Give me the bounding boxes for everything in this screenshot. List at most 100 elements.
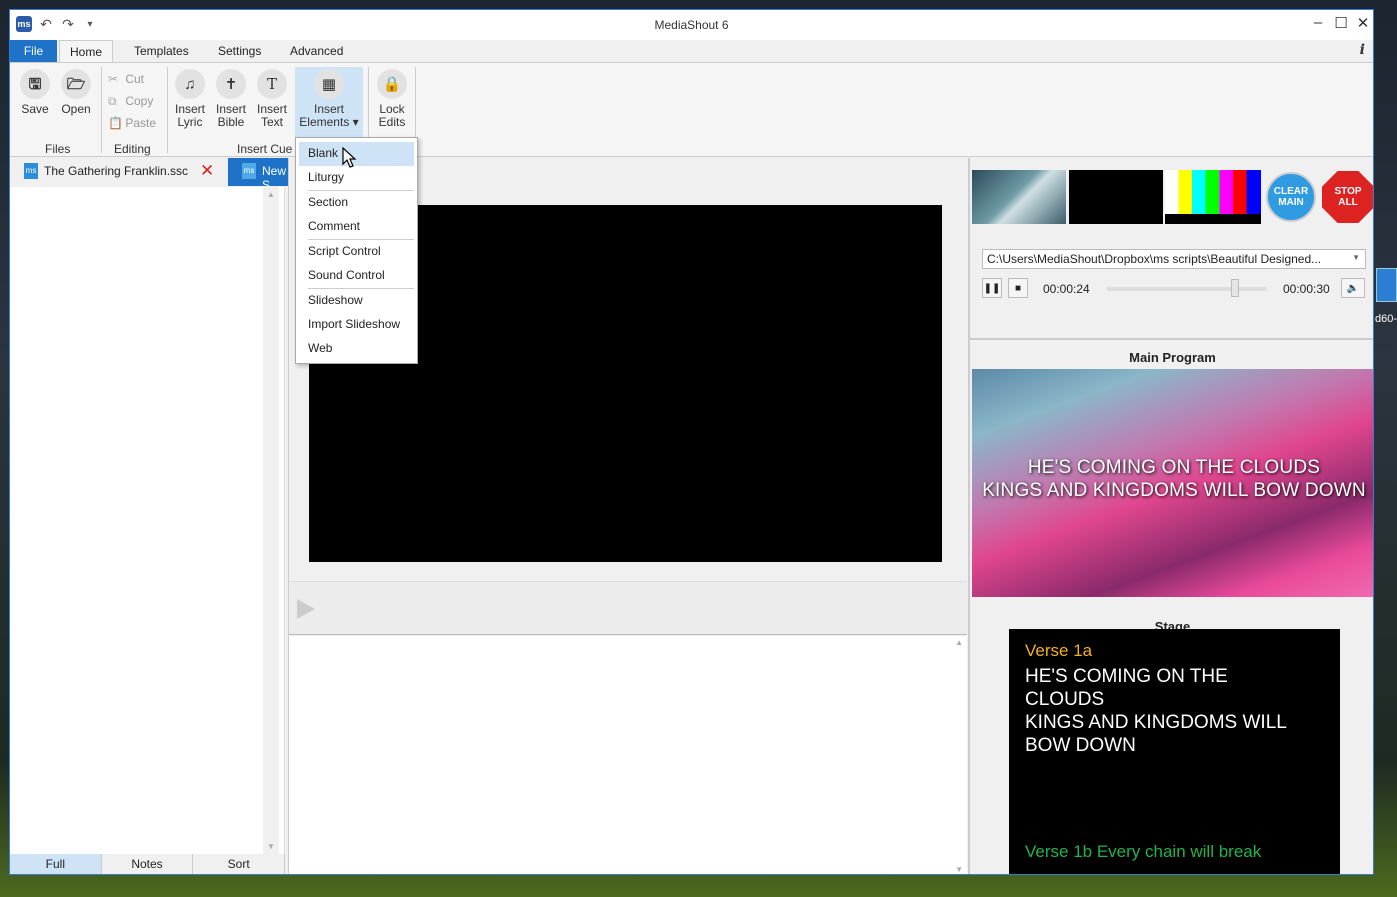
doc-tab-gathering[interactable]: ms The Gathering Franklin.ssc ✕ (10, 158, 225, 186)
save-icon: 🖫 (20, 69, 50, 99)
doc-tab-new[interactable]: ms New S (228, 158, 295, 186)
lock-icon: 🔒 (377, 69, 407, 99)
stage-lyric-line-4: BOW DOWN (1025, 735, 1136, 756)
desktop-icon[interactable] (1376, 268, 1397, 302)
insert-lyric-button[interactable]: ♫ Insert Lyric (170, 69, 210, 129)
tab-notes[interactable]: Notes (101, 854, 194, 874)
save-label: Save (21, 102, 49, 116)
tab-file[interactable]: File (10, 40, 57, 62)
info-icon[interactable]: i (1360, 42, 1365, 58)
stop-button[interactable]: ■ (1008, 278, 1028, 298)
close-icon[interactable]: ✕ (1353, 14, 1373, 32)
stage-output[interactable]: Verse 1a HE'S COMING ON THE CLOUDS KINGS… (1009, 629, 1340, 874)
tab-home[interactable]: Home (59, 40, 114, 62)
doc-tab-label: The Gathering Franklin.ssc (44, 164, 189, 178)
clear-main-label-1: CLEAR (1273, 186, 1309, 197)
scroll-up-icon[interactable]: ▲ (263, 190, 279, 199)
tab-full[interactable]: Full (10, 854, 102, 874)
window-title: MediaShout 6 (654, 18, 729, 32)
lock-edits-label-2: Edits (378, 115, 406, 129)
color-bars-thumbnail[interactable] (1165, 170, 1261, 224)
stage-verse-label: Verse 1a (1025, 641, 1093, 660)
elapsed-time: 00:00:24 (1043, 282, 1090, 296)
menu-item-section[interactable]: Section (296, 191, 417, 215)
copy-label: Copy (125, 94, 154, 108)
volume-button[interactable]: 🔈 (1341, 278, 1365, 298)
menu-item-import-slideshow[interactable]: Import Slideshow (296, 313, 417, 337)
divider (970, 338, 1373, 340)
cut-button[interactable]: ✂ Cut (108, 72, 144, 86)
insert-bible-button[interactable]: ✝ Insert Bible (211, 69, 251, 129)
lock-edits-button[interactable]: 🔒 Lock Edits (372, 69, 412, 129)
scroll-up-icon[interactable]: ▲ (955, 638, 963, 647)
view-tabs: Full Notes Sort (10, 854, 286, 874)
speaker-icon: 🔈 (1346, 282, 1360, 294)
pause-button[interactable]: ❚❚ (982, 278, 1002, 298)
scroll-down-icon[interactable]: ▼ (955, 865, 963, 874)
text-t-icon: T (257, 69, 287, 99)
menu-item-sound-control[interactable]: Sound Control (296, 264, 417, 288)
paste-button[interactable]: 📋 Paste (108, 116, 156, 130)
copy-button[interactable]: ⧉ Copy (108, 94, 153, 109)
group-divider (167, 67, 168, 153)
stop-all-button[interactable]: STOP ALL (1322, 171, 1373, 223)
preview-playbar (289, 581, 967, 635)
paste-icon: 📋 (108, 116, 123, 130)
media-path-value: C:\Users\MediaShout\Dropbox\ms scripts\B… (987, 252, 1322, 266)
menu-item-comment[interactable]: Comment (296, 215, 417, 239)
group-divider (101, 67, 102, 153)
clear-main-button[interactable]: CLEAR MAIN (1266, 172, 1316, 222)
main-lyric-line-1: HE'S COMING ON THE CLOUDS (1027, 457, 1321, 478)
tab-settings[interactable]: Settings (208, 40, 271, 62)
grid-icon: ▦ (314, 69, 344, 99)
scissors-icon: ✂ (108, 72, 119, 86)
group-label-editing: Editing (114, 142, 151, 156)
ribbon-tabs: File Home Templates Settings Advanced (10, 40, 1373, 62)
stop-icon: ■ (1014, 282, 1022, 294)
tab-advanced[interactable]: Advanced (280, 40, 353, 62)
stage-lyric-line-3: KINGS AND KINGDOMS WILL (1025, 712, 1287, 733)
play-icon[interactable] (297, 599, 315, 619)
desktop-icon-label: d60- (1375, 313, 1397, 325)
stage-lyric-line-2: CLOUDS (1025, 689, 1105, 710)
tab-sort[interactable]: Sort (193, 854, 286, 874)
stop-all-label-2: ALL (1338, 197, 1358, 208)
tab-templates[interactable]: Templates (124, 40, 199, 62)
menu-item-liturgy[interactable]: Liturgy (296, 166, 417, 190)
script-file-icon: ms (24, 163, 38, 179)
script-file-icon: ms (242, 163, 256, 179)
duration-time: 00:00:30 (1283, 282, 1330, 296)
insert-elements-button[interactable]: ▦ Insert Elements ▾ (295, 67, 363, 137)
media-file-select[interactable]: C:\Users\MediaShout\Dropbox\ms scripts\B… (982, 249, 1366, 269)
paste-label: Paste (125, 116, 157, 130)
cue-list-scrollbar[interactable]: ▲ ▼ (263, 187, 279, 854)
ribbon: 🖫 Save 🗁 Open ✂ Cut ⧉ Copy 📋 Paste ♫ Ins… (10, 62, 1373, 157)
main-program-title: Main Program (1129, 350, 1216, 365)
insert-text-label-2: Text (260, 115, 283, 129)
minimize-icon[interactable]: – (1308, 14, 1328, 31)
folder-open-icon: 🗁 (61, 69, 91, 99)
menu-item-script-control[interactable]: Script Control (296, 240, 417, 264)
mouse-pointer-icon (342, 147, 357, 168)
menu-item-web[interactable]: Web (296, 337, 417, 361)
background-thumbnail[interactable] (972, 170, 1066, 224)
cut-label: Cut (125, 72, 145, 86)
save-button[interactable]: 🖫 Save (15, 69, 55, 116)
cross-icon: ✝ (216, 69, 246, 99)
cue-list-panel[interactable]: ▲ ▼ (10, 187, 285, 854)
close-tab-icon[interactable]: ✕ (200, 161, 214, 181)
pause-icon: ❚❚ (983, 282, 1001, 294)
clear-main-label-2: MAIN (1278, 197, 1304, 208)
notes-area[interactable]: ▲ ▼ (289, 636, 967, 874)
open-button[interactable]: 🗁 Open (56, 69, 96, 116)
black-screen-thumbnail[interactable] (1069, 170, 1163, 224)
menu-item-slideshow[interactable]: Slideshow (296, 289, 417, 313)
media-progress-track[interactable] (1107, 287, 1267, 291)
media-progress-handle[interactable] (1231, 279, 1239, 297)
scroll-down-icon[interactable]: ▼ (263, 842, 279, 851)
copy-icon: ⧉ (108, 94, 117, 108)
main-program-output[interactable]: HE'S COMING ON THE CLOUDS KINGS AND KING… (972, 369, 1373, 597)
doc-tab-label: New S (262, 164, 287, 186)
insert-text-button[interactable]: T Insert Text (252, 69, 292, 129)
maximize-icon[interactable]: ☐ (1331, 14, 1351, 32)
